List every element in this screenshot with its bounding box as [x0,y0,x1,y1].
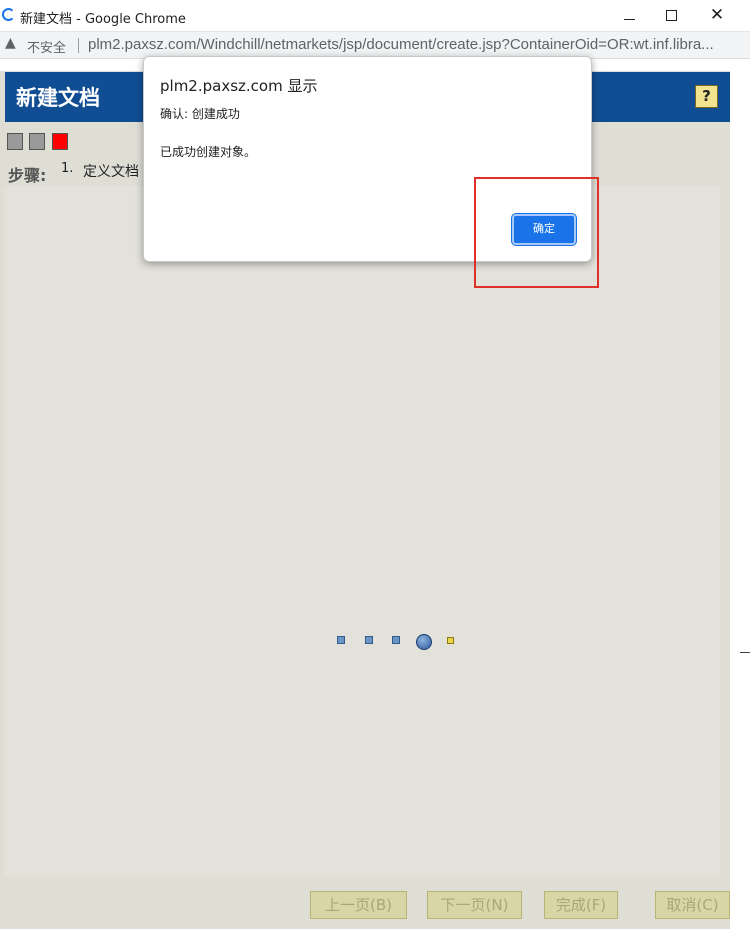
step-number: 1. [61,161,74,176]
url-text[interactable]: plm2.paxsz.com/Windchill/netmarkets/jsp/… [88,36,728,53]
loading-spinner-icon [2,8,15,21]
address-bar[interactable]: ▲ 不安全 plm2.paxsz.com/Windchill/netmarket… [0,32,750,59]
loading-dot-icon [337,636,345,644]
next-button[interactable]: 下一页(N) [427,891,522,919]
loading-dot-icon [392,636,400,644]
maximize-button[interactable] [648,0,694,32]
wizard-content-area [4,186,720,877]
loading-dot-icon [365,636,373,644]
window-title-bar: 新建文档 - Google Chrome ✕ [0,0,750,32]
warning-icon[interactable]: ▲ [5,35,16,51]
steps-label: 步骤: [8,166,47,185]
dialog-title: plm2.paxsz.com 显示 [160,77,318,95]
step-indicator-2 [29,133,45,150]
loading-dot-icon [447,637,454,644]
dialog-message-confirm: 确认: 创建成功 [160,107,240,121]
step-indicator-active [52,133,68,150]
page-title: 新建文档 [16,86,100,110]
close-window-button[interactable]: ✕ [694,0,740,32]
step-name[interactable]: 定义文档 [83,161,139,181]
address-separator [78,38,79,53]
window-title: 新建文档 - Google Chrome [20,12,186,27]
previous-button[interactable]: 上一页(B) [310,891,407,919]
loading-ball-icon [416,634,432,650]
cancel-button[interactable]: 取消(C) [655,891,730,919]
step-indicator-1 [7,133,23,150]
highlight-box [474,177,599,288]
dialog-message-body: 已成功创建对象。 [160,145,257,159]
finish-button[interactable]: 完成(F) [544,891,618,919]
right-edge-strip [730,60,750,929]
minimize-icon [623,18,635,20]
close-icon: ✕ [709,5,725,25]
minimize-button[interactable] [606,0,652,32]
edge-tick [740,652,750,653]
maximize-icon [665,10,677,21]
security-label[interactable]: 不安全 [27,37,66,56]
help-button[interactable]: ? [695,85,718,108]
